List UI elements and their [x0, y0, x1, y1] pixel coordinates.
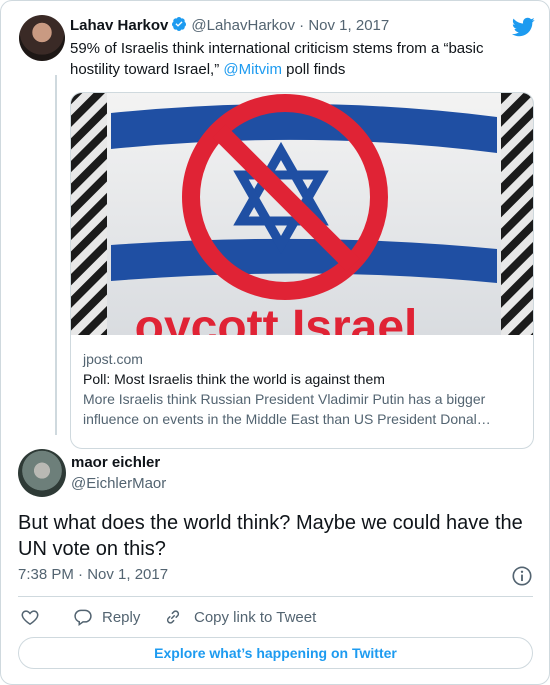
parent-author-name[interactable]: Lahav Harkov	[70, 17, 168, 34]
parent-author-handle[interactable]: @LahavHarkov	[191, 17, 295, 34]
copy-link-button[interactable]: Copy link to Tweet	[163, 604, 316, 630]
parent-tweet-date[interactable]: Nov 1, 2017	[308, 17, 389, 34]
link-image-caption: oycott Israel	[135, 301, 418, 335]
reply-button[interactable]: Reply	[73, 604, 140, 630]
main-tweet-text: But what does the world think? Maybe we …	[18, 512, 523, 560]
parent-text-after-mention: poll finds	[281, 61, 346, 78]
reply-label: Reply	[102, 608, 141, 626]
parent-tweet-header: Lahav Harkov @LahavHarkov · Nov 1, 2017	[70, 16, 389, 36]
link-preview-card[interactable]: oycott Israel jpost.com Poll: Most Israe…	[70, 92, 534, 449]
tweet-timestamp[interactable]: 7:38 PM · Nov 1, 2017	[18, 566, 168, 583]
reply-bubble-icon	[74, 609, 92, 627]
link-description: More Israelis think Russian President Vl…	[83, 391, 491, 427]
link-domain: jpost.com	[83, 351, 143, 367]
parent-tweet-text: 59% of Israelis think international crit…	[70, 38, 510, 80]
parent-author-avatar[interactable]	[19, 15, 65, 61]
copy-link-label: Copy link to Tweet	[194, 608, 317, 626]
verified-badge-icon	[172, 17, 187, 31]
header-separator: ·	[299, 17, 305, 34]
link-preview-meta: jpost.com Poll: Most Israelis think the …	[83, 349, 523, 429]
link-title: Poll: Most Israelis think the world is a…	[83, 371, 385, 387]
thread-connector-line	[55, 75, 57, 435]
twitter-bird-icon[interactable]	[511, 15, 535, 39]
tweet-actions-bar: Reply Copy link to Tweet	[18, 604, 533, 630]
main-author-avatar[interactable]	[18, 449, 66, 497]
info-icon[interactable]	[511, 565, 533, 587]
like-button[interactable]	[20, 604, 40, 630]
link-preview-image: oycott Israel	[71, 93, 533, 335]
main-author-name[interactable]: maor eichler	[71, 454, 160, 471]
link-icon	[166, 610, 180, 624]
mention-link[interactable]: @Mitvim	[223, 61, 282, 78]
main-author-handle[interactable]: @EichlerMaor	[71, 475, 166, 492]
tweet-embed-card: Lahav Harkov @LahavHarkov · Nov 1, 2017 5…	[0, 0, 550, 685]
explore-twitter-button[interactable]: Explore what’s happening on Twitter	[18, 637, 533, 669]
actions-divider	[18, 596, 533, 597]
heart-icon	[21, 610, 39, 625]
